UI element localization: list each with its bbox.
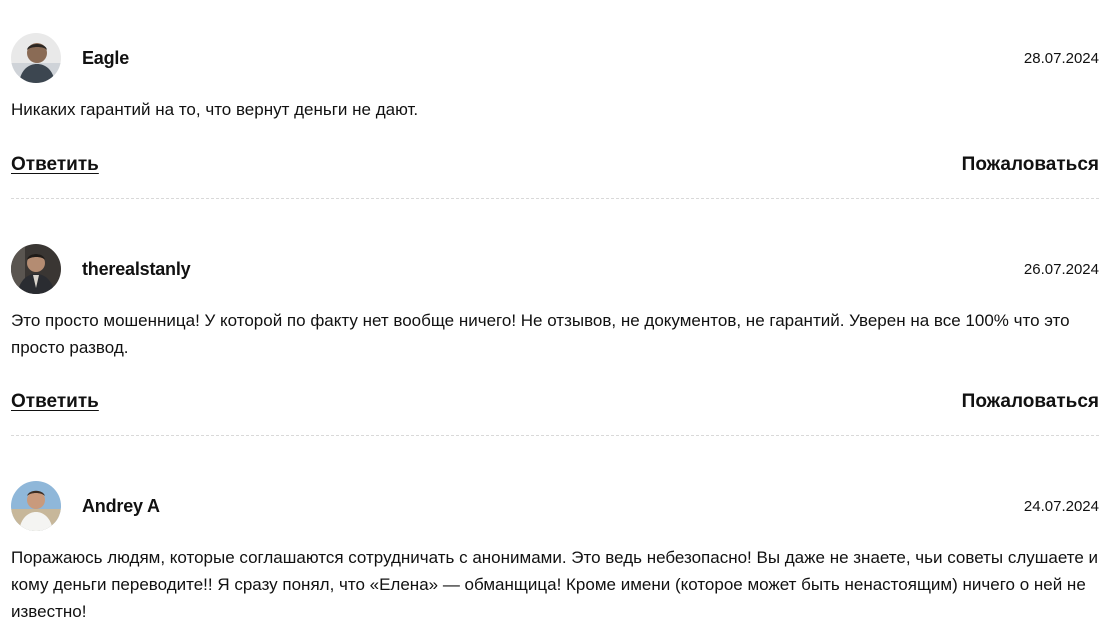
comment-date: 28.07.2024 bbox=[1023, 50, 1099, 67]
reply-link[interactable]: Ответить bbox=[11, 391, 99, 413]
report-link[interactable]: Пожаловаться bbox=[962, 154, 1099, 176]
comment-divider bbox=[11, 198, 1099, 199]
comment-date: 24.07.2024 bbox=[1023, 498, 1099, 515]
comment-text: Никаких гарантий на то, что вернут деньг… bbox=[11, 100, 419, 119]
comment-text: Это просто мошенница! У которой по факту… bbox=[11, 311, 1070, 357]
avatar[interactable] bbox=[11, 481, 61, 531]
comment-actions: Ответить Пожаловаться bbox=[11, 391, 1099, 417]
comment-text: Поражаюсь людям, которые соглашаются сот… bbox=[11, 548, 1098, 621]
comment-header: Eagle 28.07.2024 bbox=[11, 33, 1099, 83]
comment-date: 26.07.2024 bbox=[1023, 261, 1099, 278]
comment-header: therealstanly 26.07.2024 bbox=[11, 244, 1099, 294]
comment-author: Andrey A bbox=[82, 496, 160, 516]
avatar[interactable] bbox=[11, 244, 61, 294]
comment-divider bbox=[11, 435, 1099, 436]
comment-author: therealstanly bbox=[82, 259, 191, 279]
report-link[interactable]: Пожаловаться bbox=[962, 391, 1099, 413]
avatar[interactable] bbox=[11, 33, 61, 83]
comment-author: Eagle bbox=[82, 48, 130, 68]
reply-link[interactable]: Ответить bbox=[11, 154, 99, 176]
comment-header: Andrey A 24.07.2024 bbox=[11, 481, 1099, 531]
comment-actions: Ответить Пожаловаться bbox=[11, 154, 1099, 180]
